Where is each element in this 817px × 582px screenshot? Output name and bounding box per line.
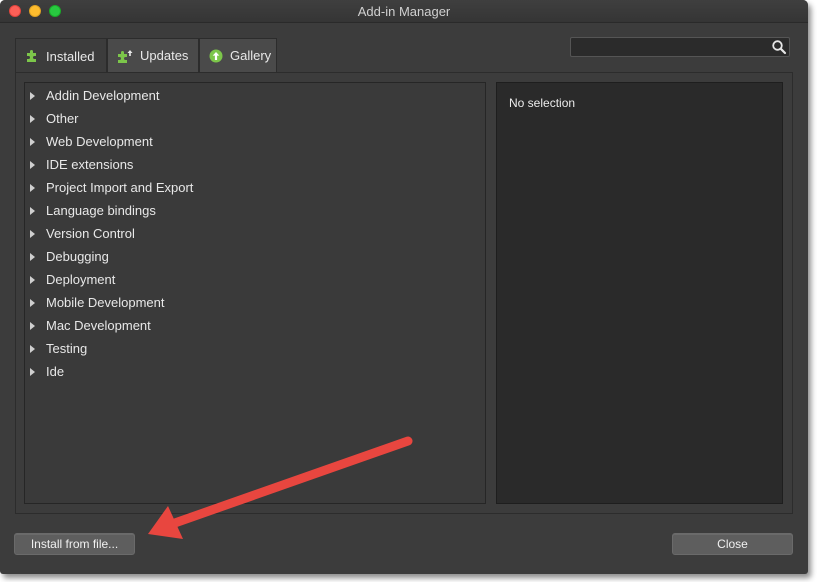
tree-item-label: Addin Development: [46, 88, 160, 103]
tab-gallery-label: Gallery: [230, 48, 272, 63]
tree-item-label: Project Import and Export: [46, 180, 194, 195]
tree-item-label: Deployment: [46, 272, 116, 287]
details-panel: No selection: [496, 82, 783, 504]
tree-item-debugging[interactable]: Debugging: [25, 245, 485, 268]
puzzle-icon: [25, 49, 39, 63]
search-field[interactable]: [570, 37, 790, 57]
puzzle-update-icon: [117, 49, 133, 63]
tree-item-label: Mobile Development: [46, 295, 165, 310]
tree-item-label: Web Development: [46, 134, 153, 149]
tab-updates-label: Updates: [140, 48, 189, 63]
tree-item-label: Ide: [46, 364, 65, 379]
tree-item-addin-development[interactable]: Addin Development: [25, 84, 485, 107]
expand-triangle-icon[interactable]: [30, 321, 35, 330]
tree-item-label: Other: [46, 111, 79, 126]
expand-triangle-icon[interactable]: [30, 344, 35, 353]
tab-gallery[interactable]: Gallery: [199, 38, 277, 72]
expand-triangle-icon[interactable]: [30, 367, 35, 376]
search-input[interactable]: [575, 39, 769, 57]
tree-item-version-control[interactable]: Version Control: [25, 222, 485, 245]
tree-item-web-development[interactable]: Web Development: [25, 130, 485, 153]
tree-item-label: Version Control: [46, 226, 135, 241]
expand-triangle-icon[interactable]: [30, 114, 35, 123]
tree-item-testing[interactable]: Testing: [25, 337, 485, 360]
tree-item-ide-extensions[interactable]: IDE extensions: [25, 153, 485, 176]
expand-triangle-icon[interactable]: [30, 252, 35, 261]
tree-item-language-bindings[interactable]: Language bindings: [25, 199, 485, 222]
tree-item-label: Debugging: [46, 249, 109, 264]
expand-triangle-icon[interactable]: [30, 275, 35, 284]
expand-triangle-icon[interactable]: [30, 137, 35, 146]
tree-item-deployment[interactable]: Deployment: [25, 268, 485, 291]
tree-item-label: Testing: [46, 341, 88, 356]
tab-installed-label: Installed: [46, 48, 95, 64]
tab-bar: Installed Updates Gallery: [15, 38, 277, 73]
search-icon[interactable]: [771, 39, 787, 58]
expand-triangle-icon[interactable]: [30, 91, 35, 100]
tree-item-label: Mac Development: [46, 318, 151, 333]
addin-category-tree[interactable]: Addin Development Other Web Development …: [24, 82, 486, 504]
tree-item-label: IDE extensions: [46, 157, 134, 172]
tab-updates[interactable]: Updates: [107, 38, 199, 72]
tree-item-ide[interactable]: Ide: [25, 360, 485, 383]
install-from-file-button[interactable]: Install from file...: [14, 533, 135, 555]
tree-item-mac-development[interactable]: Mac Development: [25, 314, 485, 337]
gallery-up-arrow-icon: [209, 49, 223, 63]
expand-triangle-icon[interactable]: [30, 298, 35, 307]
tree-item-label: Language bindings: [46, 203, 156, 218]
window-title: Add-in Manager: [357, 4, 451, 19]
tree-item-other[interactable]: Other: [25, 107, 485, 130]
tree-item-project-import-export[interactable]: Project Import and Export: [25, 176, 485, 199]
title-bar: Add-in Manager: [0, 0, 808, 23]
tab-installed[interactable]: Installed: [15, 38, 107, 73]
expand-triangle-icon[interactable]: [30, 160, 35, 169]
expand-triangle-icon[interactable]: [30, 183, 35, 192]
no-selection-text: No selection: [509, 96, 576, 110]
close-button[interactable]: Close: [672, 533, 793, 555]
add-in-manager-window: Add-in Manager Installed Updates Gallery…: [0, 0, 808, 574]
expand-triangle-icon[interactable]: [30, 229, 35, 238]
expand-triangle-icon[interactable]: [30, 206, 35, 215]
tree-item-mobile-development[interactable]: Mobile Development: [25, 291, 485, 314]
